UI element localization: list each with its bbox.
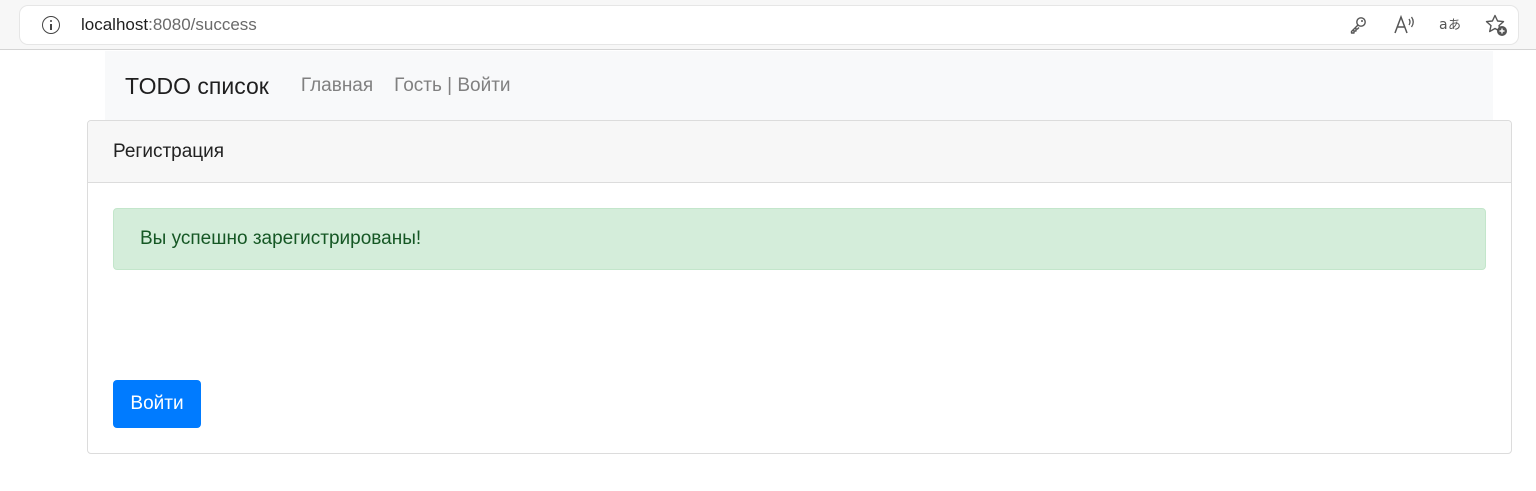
info-icon[interactable] <box>42 16 60 34</box>
card-header: Регистрация <box>88 121 1511 183</box>
url-host: localhost <box>81 15 149 34</box>
nav-link-guest-login[interactable]: Гость | Войти <box>394 75 510 97</box>
read-aloud-icon[interactable] <box>1392 13 1416 37</box>
address-bar[interactable]: localhost:8080/success aあ <box>20 6 1518 44</box>
nav-link-home[interactable]: Главная <box>301 75 373 97</box>
svg-text:あ: あ <box>1448 18 1461 33</box>
registration-card: Регистрация Вы успешно зарегистрированы!… <box>87 120 1512 454</box>
navbar-brand[interactable]: TODO список <box>125 73 269 100</box>
navbar: TODO список Главная Гость | Войти <box>105 51 1493 121</box>
url-text[interactable]: localhost:8080/success <box>81 15 257 35</box>
url-path: :8080/success <box>148 15 257 34</box>
login-button[interactable]: Войти <box>113 380 201 428</box>
translate-icon[interactable]: aあ <box>1438 13 1462 37</box>
browser-toolbar: localhost:8080/success aあ <box>0 0 1536 50</box>
add-favorite-icon[interactable] <box>1484 13 1508 37</box>
key-icon[interactable] <box>1346 13 1370 37</box>
svg-text:a: a <box>1439 17 1448 33</box>
success-alert: Вы успешно зарегистрированы! <box>113 208 1486 270</box>
